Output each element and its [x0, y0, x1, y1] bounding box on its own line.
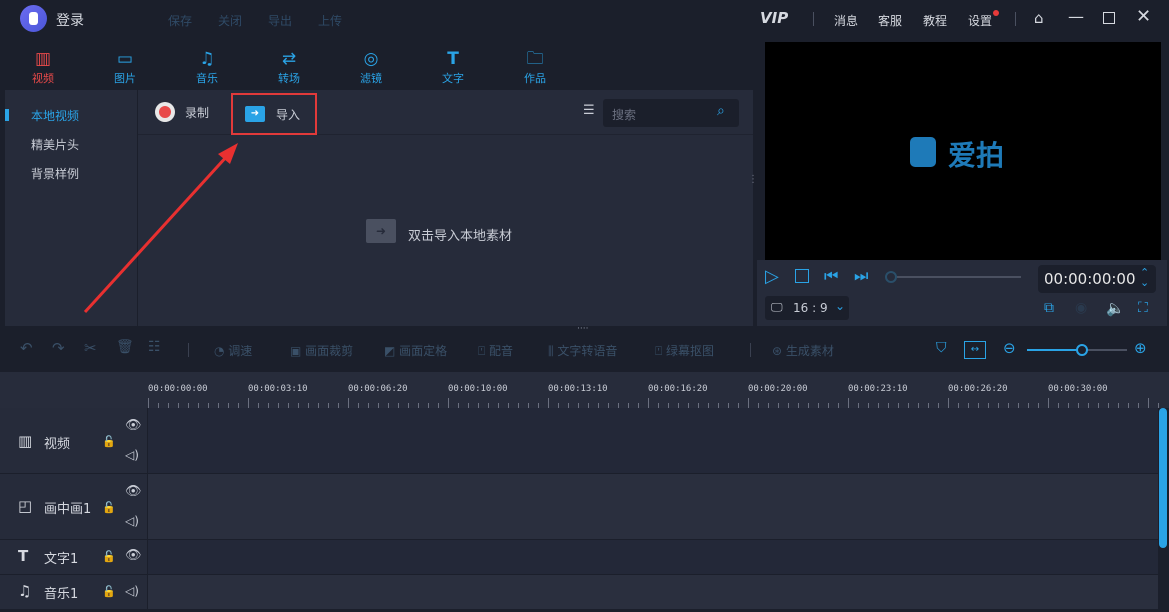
annotation-arrow: [83, 143, 238, 314]
